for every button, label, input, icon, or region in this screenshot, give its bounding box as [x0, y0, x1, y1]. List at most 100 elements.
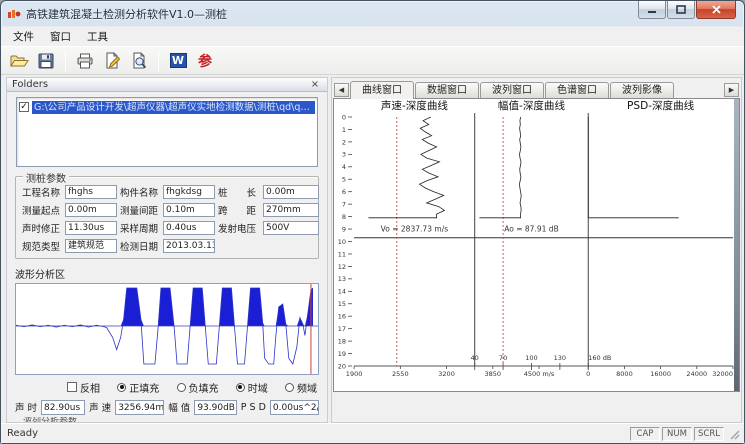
maximize-button[interactable] — [667, 1, 695, 19]
freq-domain-label: 频域 — [297, 380, 317, 395]
param-label: 工程名称 — [22, 185, 62, 199]
minimize-button[interactable] — [638, 1, 666, 19]
save-button[interactable] — [34, 49, 58, 73]
param-field[interactable]: fhgkdsg — [163, 185, 215, 199]
tab-波列窗口[interactable]: 波列窗口 — [480, 82, 544, 98]
svg-text:PSD-深度曲线: PSD-深度曲线 — [627, 99, 695, 112]
tab-波列影像[interactable]: 波列影像 — [610, 82, 674, 98]
invert-control[interactable]: 反相 — [67, 380, 100, 395]
param-field[interactable]: 2013.03.13 — [163, 239, 215, 253]
svg-text:19: 19 — [338, 350, 346, 358]
parameter-settings-button[interactable]: 参 — [193, 49, 217, 73]
param-label: 桩 长 — [218, 185, 260, 199]
param-field[interactable]: 0.10m — [163, 203, 215, 217]
open-file-button[interactable] — [7, 49, 31, 73]
param-field[interactable]: 11.30us — [65, 221, 117, 235]
folders-title: Folders — [12, 79, 48, 90]
svg-text:100: 100 — [525, 354, 537, 362]
svg-text:15: 15 — [338, 300, 346, 308]
param-label: 跨 距 — [218, 203, 260, 217]
freq-domain-radio[interactable] — [285, 383, 294, 392]
param-field[interactable]: 500V — [263, 221, 319, 235]
svg-text:1900: 1900 — [346, 370, 363, 378]
param-field[interactable]: fhghs — [65, 185, 117, 199]
tab-色谱窗口[interactable]: 色谱窗口 — [545, 82, 609, 98]
svg-text:40: 40 — [471, 354, 479, 362]
svg-text:160 dB: 160 dB — [588, 354, 611, 362]
time-domain-label: 时域 — [248, 380, 268, 395]
word-icon: W — [170, 53, 187, 68]
depth-curves-chart: 01234567891011121314151617181920声速-深度曲线1… — [333, 98, 740, 392]
svg-text:16: 16 — [338, 313, 346, 321]
param-field[interactable]: 270mm — [263, 203, 319, 217]
freq-domain-control[interactable]: 频域 — [285, 380, 317, 395]
toolbar: W 参 — [1, 46, 744, 75]
svg-text:13: 13 — [338, 275, 346, 283]
print-button[interactable] — [73, 49, 97, 73]
status-message: Ready — [5, 428, 628, 439]
invert-checkbox[interactable] — [67, 382, 77, 392]
menu-item-工具[interactable]: 工具 — [79, 27, 116, 46]
tab-scroll-right-button[interactable]: ▶ — [724, 83, 739, 97]
param-field[interactable]: 建筑规范 — [65, 239, 117, 253]
floppy-icon — [36, 51, 56, 71]
clipped-group-label: 波列分析参数 — [23, 417, 327, 422]
print-preview-button[interactable] — [127, 49, 151, 73]
param-label: 检测日期 — [120, 239, 160, 253]
param-label: 构件名称 — [120, 185, 160, 199]
svg-text:17: 17 — [338, 325, 346, 333]
svg-text:16000: 16000 — [650, 370, 671, 378]
svg-text:10: 10 — [338, 238, 346, 246]
folder-list-item[interactable]: ✓G:\公司产品设计开发\超声仪器\超声仪实地检测数据\测桩\qd\qd03\q… — [19, 100, 315, 114]
menu-item-文件[interactable]: 文件 — [5, 27, 42, 46]
print-setup-button[interactable] — [100, 49, 124, 73]
psd-field[interactable]: 0.00us^2/m — [270, 400, 319, 415]
amplitude-label: 幅 值 — [168, 400, 190, 414]
maximize-icon — [676, 5, 686, 14]
tab-scroll-left-button[interactable]: ◀ — [334, 83, 349, 97]
right-panel: ◀ 曲线窗口数据窗口波列窗口色谱窗口波列影像 ▶ 012345678910111… — [331, 77, 742, 423]
amplitude-field[interactable]: 93.90dB — [194, 400, 236, 415]
window-controls — [637, 1, 736, 19]
waveform-svg — [16, 284, 318, 374]
param-label: 规范类型 — [22, 239, 62, 253]
svg-text:0: 0 — [342, 113, 346, 121]
pile-params-group: 测桩参数 工程名称fhghs构件名称fhgkdsg桩 长0.00m测量起点0.0… — [15, 176, 319, 259]
negative-fill-radio[interactable] — [177, 383, 186, 392]
positive-fill-label: 正填充 — [129, 380, 159, 395]
sound-time-field[interactable]: 82.90us — [41, 400, 85, 415]
page-pencil-icon — [102, 51, 122, 71]
svg-text:8: 8 — [342, 213, 346, 221]
param-field[interactable]: 0.00m — [263, 185, 319, 199]
positive-fill-control[interactable]: 正填充 — [117, 380, 159, 395]
page-magnifier-icon — [129, 51, 149, 71]
param-field[interactable]: 0.00m — [65, 203, 117, 217]
resize-grip[interactable] — [728, 428, 740, 440]
tab-曲线窗口[interactable]: 曲线窗口 — [350, 81, 414, 99]
status-bar: Ready CAP NUM SCRL — [1, 423, 744, 443]
sound-time-label: 声 时 — [15, 400, 37, 414]
svg-text:1: 1 — [342, 126, 346, 134]
tab-数据窗口[interactable]: 数据窗口 — [415, 82, 479, 98]
toolbar-separator — [158, 51, 159, 71]
invert-label: 反相 — [80, 380, 100, 395]
pile-params-grid: 工程名称fhghs构件名称fhgkdsg桩 长0.00m测量起点0.00m测量间… — [22, 185, 312, 253]
param-field[interactable]: 0.40us — [163, 221, 215, 235]
close-button[interactable] — [696, 1, 736, 19]
folders-list[interactable]: ✓G:\公司产品设计开发\超声仪器\超声仪实地检测数据\测桩\qd\qd03\q… — [16, 97, 318, 167]
open-folder-icon — [9, 51, 29, 71]
svg-text:4500 m/s: 4500 m/s — [524, 370, 555, 378]
folders-close-button[interactable]: × — [308, 78, 322, 91]
positive-fill-radio[interactable] — [117, 383, 126, 392]
depth-curves-svg: 01234567891011121314151617181920声速-深度曲线1… — [334, 99, 739, 391]
param-label: 采样周期 — [120, 221, 160, 235]
menu-item-窗口[interactable]: 窗口 — [42, 27, 79, 46]
time-domain-control[interactable]: 时域 — [236, 380, 268, 395]
svg-text:3: 3 — [342, 151, 346, 159]
sound-speed-field[interactable]: 3256.94m/s — [115, 400, 164, 415]
export-word-button[interactable]: W — [166, 49, 190, 73]
negative-fill-control[interactable]: 负填充 — [177, 380, 219, 395]
folder-item-label: G:\公司产品设计开发\超声仪器\超声仪实地检测数据\测桩\qd\qd03\qd… — [32, 101, 315, 114]
folder-item-checkbox[interactable]: ✓ — [19, 102, 29, 112]
time-domain-radio[interactable] — [236, 383, 245, 392]
